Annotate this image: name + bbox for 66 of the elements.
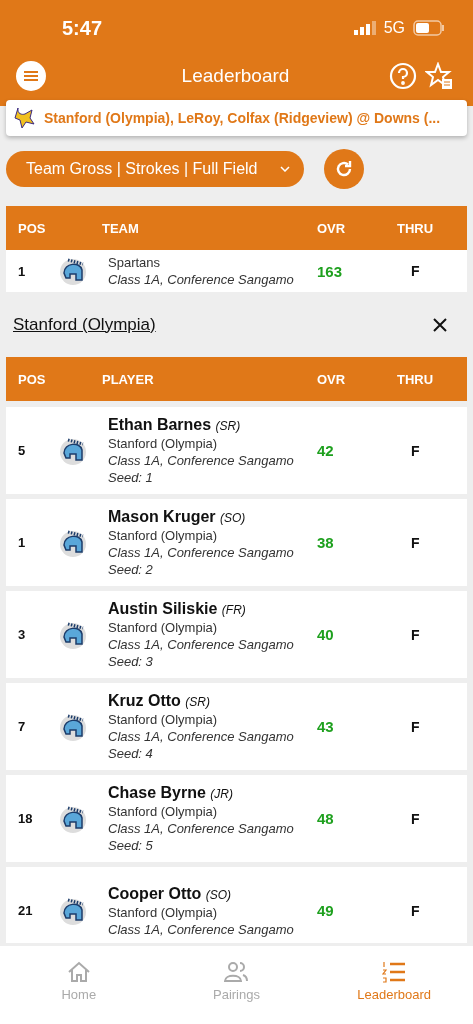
column-header: TEAM bbox=[102, 220, 140, 236]
player-seed: Seed: 3 bbox=[108, 654, 154, 669]
overall-score: 48 bbox=[317, 810, 335, 827]
player-team: Stanford (Olympia) bbox=[108, 712, 219, 727]
thru-status: F bbox=[410, 442, 421, 459]
player-row[interactable]: 5 Ethan Barnes (SR) Stanford (Olympia) Class 1A, Conference Sangamo Seed: 1 42 F bbox=[6, 407, 467, 494]
thru-status: F bbox=[410, 810, 421, 827]
overall-score: 42 bbox=[317, 442, 335, 459]
column-header: OVR bbox=[317, 220, 347, 236]
player-name: Ethan Barnes (SR) bbox=[108, 416, 242, 434]
team-name: Spartans bbox=[108, 255, 162, 270]
player-seed: Seed: 2 bbox=[108, 562, 154, 577]
position: 1 bbox=[18, 263, 27, 279]
player-team: Stanford (Olympia) bbox=[108, 620, 219, 635]
column-header: POS bbox=[18, 220, 47, 236]
player-team: Stanford (Olympia) bbox=[108, 528, 219, 543]
thru-status: F bbox=[410, 263, 421, 279]
player-seed: Seed: 1 bbox=[108, 470, 154, 485]
team-detail: Class 1A, Conference Sangamo bbox=[108, 272, 295, 287]
player-team: Stanford (Olympia) bbox=[108, 804, 219, 819]
thru-status: F bbox=[410, 902, 421, 919]
overall-score: 40 bbox=[317, 626, 335, 643]
player-name: Austin Siliskie (FR) bbox=[108, 600, 247, 618]
network-label: 5G bbox=[383, 19, 405, 37]
column-header: THRU bbox=[397, 220, 435, 236]
player-detail: Class 1A, Conference Sangamo bbox=[108, 637, 295, 652]
column-header: OVR bbox=[317, 371, 347, 387]
column-header: THRU bbox=[397, 371, 435, 387]
position: 18 bbox=[18, 811, 34, 826]
overall-score: 38 bbox=[317, 534, 335, 551]
player-row[interactable]: 18 Chase Byrne (JR) Stanford (Olympia) Class 1A, Conference Sangamo Seed: 5 48 F bbox=[6, 775, 467, 862]
overall-score: 163 bbox=[317, 262, 344, 280]
player-row[interactable]: 21 Cooper Otto (SO) Stanford (Olympia) Class 1A, Conference Sangamo 49 F bbox=[6, 867, 467, 943]
player-team: Stanford (Olympia) bbox=[108, 904, 219, 920]
position: 5 bbox=[18, 443, 27, 458]
player-row[interactable]: 7 Kruz Otto (SR) Stanford (Olympia) Class 1A, Conference Sangamo Seed: 4 43 F bbox=[6, 683, 467, 770]
team-row[interactable]: 1 Spartans Class 1A, Conference Sangamo 163 F bbox=[6, 250, 467, 292]
player-name: Mason Kruger (SO) bbox=[108, 508, 247, 526]
player-row[interactable]: 1 Mason Kruger (SO) Stanford (Olympia) Class 1A, Conference Sangamo Seed: 2 38 F bbox=[6, 499, 467, 586]
column-header: POS bbox=[18, 371, 47, 387]
thru-status: F bbox=[410, 534, 421, 551]
thru-status: F bbox=[410, 718, 421, 735]
team-link[interactable]: Stanford (Olympia) bbox=[13, 314, 156, 335]
player-seed: Seed: 4 bbox=[108, 746, 154, 761]
overall-score: 49 bbox=[317, 902, 335, 919]
player-detail: Class 1A, Conference Sangamo bbox=[108, 821, 295, 836]
player-detail: Class 1A, Conference Sangamo bbox=[108, 453, 295, 468]
position: 1 bbox=[18, 535, 27, 550]
event-title: Stanford (Olympia), LeRoy, Colfax (Ridgeview) @ Downs (... bbox=[44, 110, 441, 126]
overall-score: 43 bbox=[317, 718, 335, 735]
player-team: Stanford (Olympia) bbox=[108, 436, 219, 451]
thru-status: F bbox=[410, 626, 421, 643]
player-name: Chase Byrne (JR) bbox=[108, 784, 234, 802]
player-detail: Class 1A, Conference Sangamo bbox=[108, 545, 295, 560]
position: 7 bbox=[18, 719, 27, 734]
page-title: Leaderboard bbox=[180, 65, 291, 87]
position: 21 bbox=[18, 903, 34, 918]
status-time: 5:47 bbox=[62, 16, 103, 40]
player-seed: Seed: 5 bbox=[108, 838, 154, 853]
player-detail: Class 1A, Conference Sangamo bbox=[108, 921, 295, 937]
player-row[interactable]: 3 Austin Siliskie (FR) Stanford (Olympia) Class 1A, Conference Sangamo Seed: 3 40 F bbox=[6, 591, 467, 678]
player-name: Kruz Otto (SR) bbox=[108, 692, 211, 710]
player-name: Cooper Otto (SO) bbox=[108, 884, 233, 903]
player-detail: Class 1A, Conference Sangamo bbox=[108, 729, 295, 744]
column-header: PLAYER bbox=[102, 371, 155, 387]
position: 3 bbox=[18, 627, 27, 642]
